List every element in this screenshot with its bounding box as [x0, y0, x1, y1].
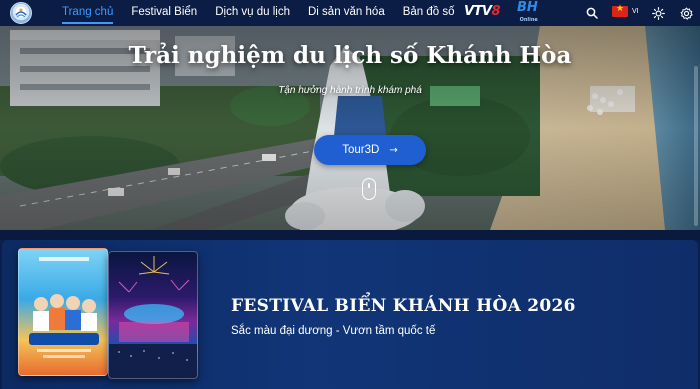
page-scrollbar[interactable] [694, 66, 698, 226]
baokhanhhoa-online-logo[interactable]: BH Online [517, 0, 538, 26]
nav-item-festival[interactable]: Festival Biển [131, 0, 197, 26]
vtv8-logo-number: 8 [491, 4, 501, 19]
section-divider [0, 230, 700, 240]
settings-icon[interactable] [678, 5, 694, 21]
festival-title: FESTIVAL BIỂN KHÁNH HÒA 2026 [231, 296, 576, 316]
vietnam-flag-icon [612, 4, 628, 17]
tour3d-button-label: Tour3D [342, 144, 380, 156]
scroll-mouse-icon[interactable] [362, 178, 376, 200]
language-selector[interactable]: VI [612, 4, 639, 17]
logo-emblem-icon [15, 8, 27, 18]
vtv8-logo[interactable]: VTV8 [464, 4, 501, 19]
bh-logo-text: BH [517, 0, 538, 15]
nav-item-cultural-heritage[interactable]: Di sản văn hóa [308, 0, 385, 26]
bh-logo-subtext: Online [519, 17, 538, 23]
hero-subtitle: Tận hưởng hành trình khám phá [278, 85, 422, 96]
sun-icon[interactable] [650, 5, 666, 21]
main-menu: Trang chủ Festival Biển Dịch vụ du lịch … [62, 0, 473, 26]
arrow-right-icon: → [389, 144, 398, 156]
language-code: VI [632, 8, 639, 15]
festival-banner-card[interactable]: FESTIVAL BIỂN KHÁNH HÒA 2026 Sắc màu đại… [2, 240, 698, 389]
tour3d-button[interactable]: Tour3D → [314, 135, 426, 165]
festival-poster-image [18, 248, 108, 376]
search-icon[interactable] [584, 5, 600, 21]
site-logo[interactable] [10, 2, 32, 24]
nav-item-home[interactable]: Trang chủ [62, 0, 114, 26]
hero-banner: Trải nghiệm du lịch số Khánh Hòa Tận hưở… [0, 26, 700, 230]
top-navigation: Trang chủ Festival Biển Dịch vụ du lịch … [0, 0, 700, 26]
hero-title: Trải nghiệm du lịch số Khánh Hòa [128, 42, 572, 69]
festival-fireworks-image [108, 251, 198, 379]
festival-subtitle: Sắc màu đại dương - Vươn tầm quốc tế [231, 325, 436, 337]
nav-item-digital-map[interactable]: Bản đồ số [403, 0, 455, 26]
nav-item-tourism-services[interactable]: Dịch vụ du lịch [215, 0, 290, 26]
vtv8-logo-text: VTV [464, 4, 492, 19]
